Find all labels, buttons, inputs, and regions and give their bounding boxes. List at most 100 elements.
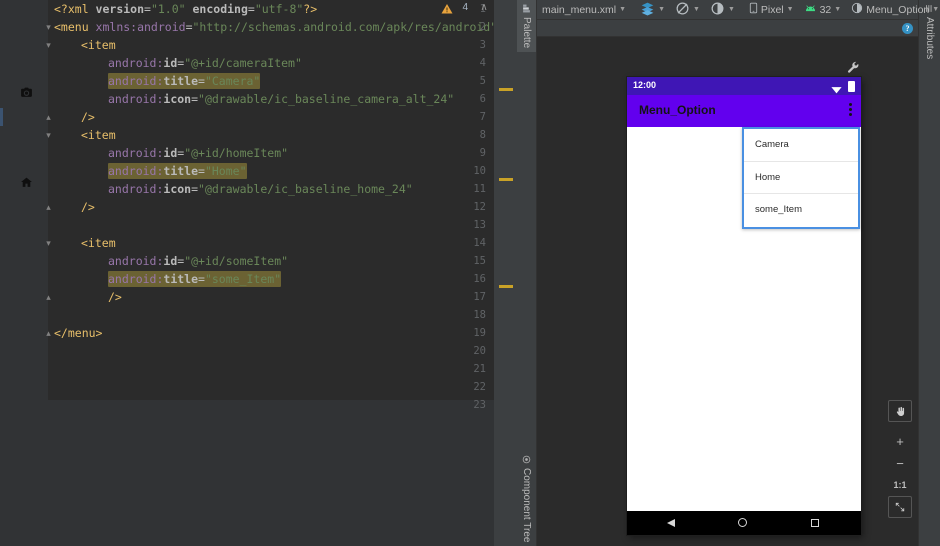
fold-marker[interactable]: ▴ <box>44 324 53 342</box>
code-line[interactable]: <item <box>81 234 116 252</box>
file-name-label: main_menu.xml <box>542 3 617 16</box>
fold-marker[interactable]: ▾ <box>44 126 53 144</box>
home-icon[interactable] <box>20 176 33 189</box>
line-number: 23 <box>473 399 486 411</box>
device-preview[interactable]: 12:00 Menu_Option Camera Home some_Item <box>627 77 861 535</box>
code-line[interactable]: /> <box>81 108 95 126</box>
chevron-down-icon[interactable]: ▼ <box>834 6 841 13</box>
chevron-down-icon[interactable]: ▼ <box>693 6 700 13</box>
menu-item[interactable]: Camera <box>744 129 858 162</box>
code-line[interactable]: android:id="@+id/homeItem" <box>108 144 288 162</box>
code-line[interactable]: android:title="some_Item" <box>108 270 282 288</box>
code-line[interactable]: android:icon="@drawable/ic_baseline_home… <box>108 180 413 198</box>
device-selector[interactable]: Pixel ▼ <box>744 0 799 20</box>
warning-marker[interactable] <box>499 285 513 288</box>
fold-marker[interactable]: ▴ <box>44 108 53 126</box>
code-line[interactable]: <menu xmlns:android="http://schemas.andr… <box>54 18 494 36</box>
editor-marker-scrollbar[interactable] <box>494 0 516 546</box>
code-line[interactable]: android:title="Home" <box>108 162 247 180</box>
code-line[interactable]: android:id="@+id/someItem" <box>108 252 288 270</box>
line-number: 3 <box>479 39 486 51</box>
code-line[interactable]: /> <box>81 198 95 216</box>
nav-recents-icon[interactable] <box>811 519 819 527</box>
camera-icon[interactable] <box>20 86 33 99</box>
palette-icon <box>521 4 532 13</box>
menu-item[interactable]: Home <box>744 162 858 194</box>
code-line[interactable]: android:id="@+id/cameraItem" <box>108 54 302 72</box>
status-time: 12:00 <box>633 80 657 90</box>
editor-inspection-widget[interactable]: 4 ∧ ∨ <box>0 0 516 17</box>
zoom-out-button[interactable]: − <box>888 452 912 474</box>
options-menu-popup[interactable]: Camera Home some_Item <box>742 127 860 229</box>
nav-back-icon[interactable] <box>667 519 675 527</box>
code-line[interactable]: android:icon="@drawable/ic_baseline_came… <box>108 90 454 108</box>
device-status-bar: 12:00 <box>627 77 861 95</box>
warning-count: 4 <box>462 2 468 13</box>
theme-selector[interactable]: Menu_Option ▼ <box>846 0 940 20</box>
line-number: 15 <box>473 255 486 267</box>
prev-problem-chevron[interactable]: ∧ <box>478 2 490 14</box>
zoom-to-fit-icon[interactable] <box>888 496 912 518</box>
fold-marker[interactable]: ▾ <box>44 18 53 36</box>
pan-hand-icon[interactable] <box>888 400 912 422</box>
file-selector[interactable]: main_menu.xml ▼ <box>537 0 631 20</box>
code-line[interactable]: </menu> <box>54 324 102 342</box>
view-mode-button[interactable]: ▼ <box>635 0 670 20</box>
code-line[interactable]: /> <box>108 288 122 306</box>
chevron-down-icon[interactable]: ▼ <box>619 6 626 13</box>
right-tool-window-bar: Attributes <box>918 0 940 546</box>
warning-triangle-icon[interactable] <box>441 2 453 14</box>
palette-label: Palette <box>521 17 532 49</box>
android-icon <box>804 4 817 16</box>
api-level-selector[interactable]: 32 ▼ <box>799 0 847 20</box>
chevron-down-icon[interactable]: ▼ <box>728 6 735 13</box>
zoom-controls[interactable]: + − 1:1 <box>888 400 912 518</box>
line-number: 4 <box>479 57 486 69</box>
fold-marker[interactable]: ▴ <box>44 288 53 306</box>
editor-empty-area <box>48 400 516 546</box>
fold-marker[interactable]: ▾ <box>44 36 53 54</box>
warning-marker[interactable] <box>499 178 513 181</box>
design-toolbar[interactable]: main_menu.xml ▼ ▼ ▼ ▼ Pixel ▼ 32 ▼ Menu_… <box>537 0 939 20</box>
sidebar-item-component-tree[interactable]: Component Tree <box>517 451 536 546</box>
blueprint-toggle-icon[interactable] <box>675 1 690 19</box>
code-line[interactable]: <item <box>81 36 116 54</box>
nav-home-icon[interactable] <box>738 518 747 527</box>
line-number: 19 <box>473 327 486 339</box>
zoom-in-button[interactable]: + <box>888 430 912 452</box>
component-tree-label: Component Tree <box>521 467 532 543</box>
layers-icon[interactable] <box>640 1 655 19</box>
chevron-down-icon[interactable]: ▼ <box>658 6 665 13</box>
wrench-icon[interactable] <box>847 61 860 77</box>
line-number: 12 <box>473 201 486 213</box>
actual-size-button[interactable]: 1:1 <box>888 474 912 496</box>
chevron-down-icon[interactable]: ▼ <box>932 6 939 13</box>
menu-item[interactable]: some_Item <box>744 194 858 227</box>
line-number: 2 <box>479 21 486 33</box>
theme-icon <box>851 2 863 17</box>
blueprint-toggle-button[interactable]: ▼ <box>670 0 705 20</box>
caret-line-indicator <box>0 108 3 126</box>
editor-gutter[interactable] <box>0 0 48 400</box>
menu-item-label: Camera <box>755 139 789 150</box>
fold-marker[interactable]: ▾ <box>44 234 53 252</box>
xml-code-editor[interactable]: <?xml version="1.0" encoding="utf-8"?> <m… <box>0 0 516 546</box>
design-canvas[interactable]: 12:00 Menu_Option Camera Home some_Item <box>537 37 918 546</box>
sidebar-item-palette[interactable]: Palette <box>517 0 536 53</box>
line-number: 5 <box>479 75 486 87</box>
warning-marker[interactable] <box>499 88 513 91</box>
design-subtoolbar: ? <box>537 20 918 37</box>
overflow-menu-icon[interactable] <box>849 103 852 116</box>
app-bar-title: Menu_Option <box>639 103 716 117</box>
line-number: 9 <box>479 147 486 159</box>
fold-marker[interactable]: ▴ <box>44 198 53 216</box>
color-blind-mode-icon[interactable] <box>710 1 725 19</box>
code-line[interactable]: <item <box>81 126 116 144</box>
battery-icon <box>848 81 855 92</box>
help-icon[interactable]: ? <box>902 23 913 34</box>
chevron-down-icon[interactable]: ▼ <box>787 6 794 13</box>
code-line[interactable]: android:title="Camera" <box>108 72 261 90</box>
device-nav-bar <box>627 511 861 535</box>
code-text-area[interactable]: <?xml version="1.0" encoding="utf-8"?> <m… <box>48 0 494 400</box>
color-blind-mode-button[interactable]: ▼ <box>705 0 740 20</box>
